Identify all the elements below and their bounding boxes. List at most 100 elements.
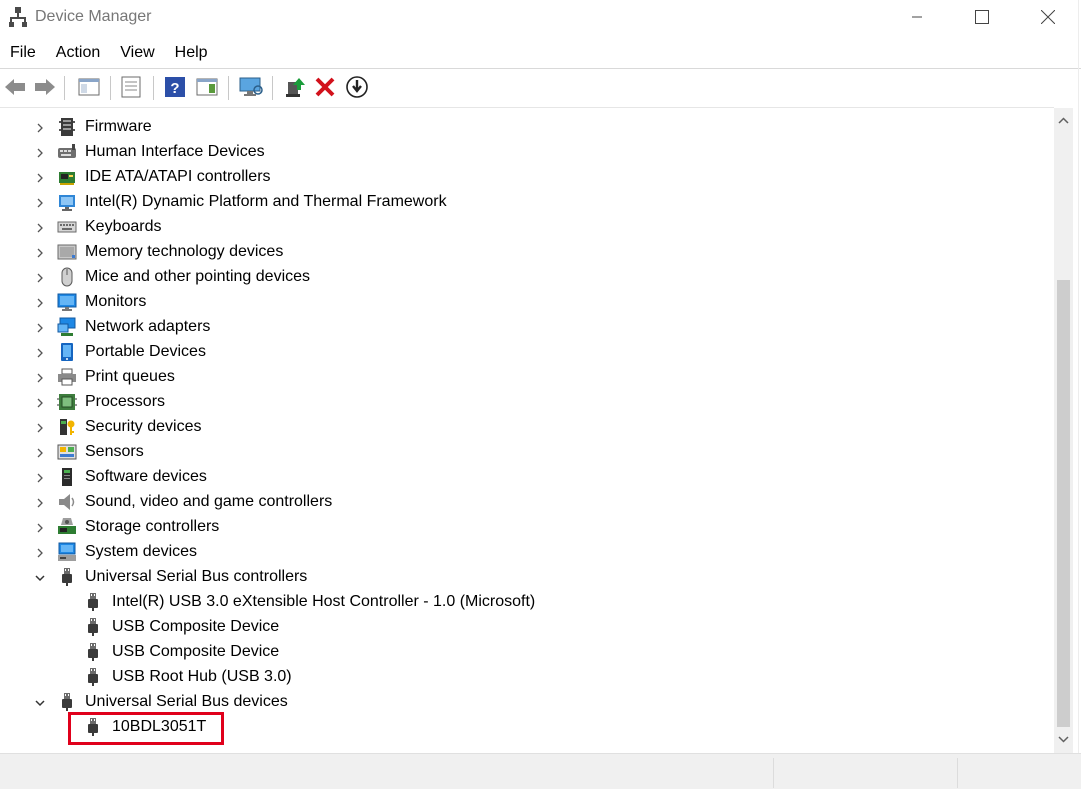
system-device-icon	[57, 542, 77, 562]
tree-item-label: Processors	[85, 393, 166, 410]
properties-icon	[121, 76, 141, 98]
device-manager-app-icon	[9, 7, 27, 27]
menu-file[interactable]: File	[0, 40, 46, 68]
tree-category[interactable]: Software devices	[0, 465, 1050, 490]
show-hide-console-tree-button[interactable]	[76, 74, 102, 100]
tree-item-label: Keyboards	[85, 218, 162, 235]
uninstall-device-button[interactable]	[312, 74, 338, 100]
chevron-right-icon[interactable]	[33, 471, 47, 485]
scroll-down-button[interactable]	[1054, 732, 1073, 746]
tree-category[interactable]: Mice and other pointing devices	[0, 265, 1050, 290]
highlight-annotation	[68, 712, 224, 745]
action-pane-icon	[196, 78, 218, 96]
chevron-right-icon[interactable]	[33, 396, 47, 410]
maximize-button[interactable]	[958, 0, 1006, 34]
chevron-down-icon[interactable]	[33, 696, 47, 710]
tree-item-label: Storage controllers	[85, 518, 220, 535]
chevron-right-icon[interactable]	[33, 521, 47, 535]
chevron-right-icon[interactable]	[33, 121, 47, 135]
tree-category[interactable]: Human Interface Devices	[0, 140, 1050, 165]
disable-device-icon	[346, 76, 368, 98]
action-pane-button[interactable]	[194, 74, 220, 100]
chevron-right-icon[interactable]	[33, 171, 47, 185]
properties-button[interactable]	[118, 74, 144, 100]
tree-device[interactable]: USB Root Hub (USB 3.0)	[0, 665, 1050, 690]
tree-category[interactable]: Sound, video and game controllers	[0, 490, 1050, 515]
scroll-up-button[interactable]	[1054, 114, 1073, 128]
thermal-framework-icon	[57, 192, 77, 212]
chevron-right-icon[interactable]	[33, 146, 47, 160]
chevron-down-icon[interactable]	[33, 571, 47, 585]
menu-help[interactable]: Help	[165, 40, 218, 68]
chevron-right-icon[interactable]	[33, 271, 47, 285]
minimize-button[interactable]	[893, 0, 941, 34]
menu-action[interactable]: Action	[46, 40, 110, 68]
chevron-right-icon[interactable]	[33, 346, 47, 360]
tree-item-label: Sensors	[85, 443, 144, 460]
show-hide-console-tree-icon	[78, 78, 100, 96]
update-driver-button[interactable]	[282, 74, 308, 100]
tree-device[interactable]: Intel(R) USB 3.0 eXtensible Host Control…	[0, 590, 1050, 615]
chevron-right-icon[interactable]	[33, 371, 47, 385]
tree-category[interactable]: Storage controllers	[0, 515, 1050, 540]
tree-category[interactable]: Monitors	[0, 290, 1050, 315]
tree-item-label: Firmware	[85, 118, 152, 135]
usb-icon	[83, 667, 103, 687]
software-device-icon	[57, 467, 77, 487]
tree-category[interactable]: Print queues	[0, 365, 1050, 390]
disable-device-button[interactable]	[344, 74, 370, 100]
chevron-right-icon[interactable]	[33, 221, 47, 235]
tree-category[interactable]: IDE ATA/ATAPI controllers	[0, 165, 1050, 190]
vertical-scrollbar[interactable]	[1054, 108, 1073, 753]
tree-category[interactable]: Memory technology devices	[0, 240, 1050, 265]
back-button[interactable]	[2, 74, 28, 100]
network-adapter-icon	[57, 317, 77, 337]
chevron-right-icon[interactable]	[33, 321, 47, 335]
security-device-icon	[57, 417, 77, 437]
tree-category[interactable]: Network adapters	[0, 315, 1050, 340]
tree-category[interactable]: Portable Devices	[0, 340, 1050, 365]
maximize-icon	[975, 10, 989, 24]
usb-icon	[57, 692, 77, 712]
help-button[interactable]: ?	[162, 74, 188, 100]
tree-item-label: USB Composite Device	[112, 618, 280, 635]
chevron-right-icon[interactable]	[33, 421, 47, 435]
update-driver-icon	[286, 78, 305, 97]
usb-icon	[57, 567, 77, 587]
menu-view[interactable]: View	[110, 40, 164, 68]
tree-category[interactable]: Processors	[0, 390, 1050, 415]
uninstall-device-icon	[315, 77, 335, 97]
svg-text:?: ?	[170, 80, 179, 97]
tree-device[interactable]: USB Composite Device	[0, 640, 1050, 665]
scan-hardware-button[interactable]	[238, 74, 264, 100]
keyboard-icon	[57, 217, 77, 237]
chevron-right-icon[interactable]	[33, 196, 47, 210]
device-tree: Firmware Human Interface Devices IDE ATA/A…	[0, 107, 1054, 754]
printer-icon	[57, 367, 77, 387]
tree-category[interactable]: Firmware	[0, 115, 1050, 140]
tree-category[interactable]: Security devices	[0, 415, 1050, 440]
tree-category[interactable]: System devices	[0, 540, 1050, 565]
tree-item-label: System devices	[85, 543, 198, 560]
title-bar: Device Manager	[0, 0, 1081, 36]
usb-icon	[83, 592, 103, 612]
chevron-right-icon[interactable]	[33, 496, 47, 510]
forward-button[interactable]	[32, 74, 58, 100]
tree-category[interactable]: Universal Serial Bus controllers	[0, 565, 1050, 590]
ide-controller-icon	[57, 167, 77, 187]
usb-icon	[83, 642, 103, 662]
tree-category[interactable]: Keyboards	[0, 215, 1050, 240]
chevron-right-icon[interactable]	[33, 246, 47, 260]
close-button[interactable]	[1024, 0, 1072, 34]
chevron-right-icon[interactable]	[33, 296, 47, 310]
chevron-right-icon[interactable]	[33, 546, 47, 560]
processor-icon	[57, 392, 77, 412]
chevron-right-icon[interactable]	[33, 446, 47, 460]
tree-device[interactable]: USB Composite Device	[0, 615, 1050, 640]
tree-item-label: Human Interface Devices	[85, 143, 265, 160]
tree-category[interactable]: Intel(R) Dynamic Platform and Thermal Fr…	[0, 190, 1050, 215]
tree-category[interactable]: Sensors	[0, 440, 1050, 465]
scrollbar-thumb[interactable]	[1057, 280, 1070, 727]
tree-item-label: Network adapters	[85, 318, 211, 335]
chevron-down-icon	[1058, 736, 1069, 743]
